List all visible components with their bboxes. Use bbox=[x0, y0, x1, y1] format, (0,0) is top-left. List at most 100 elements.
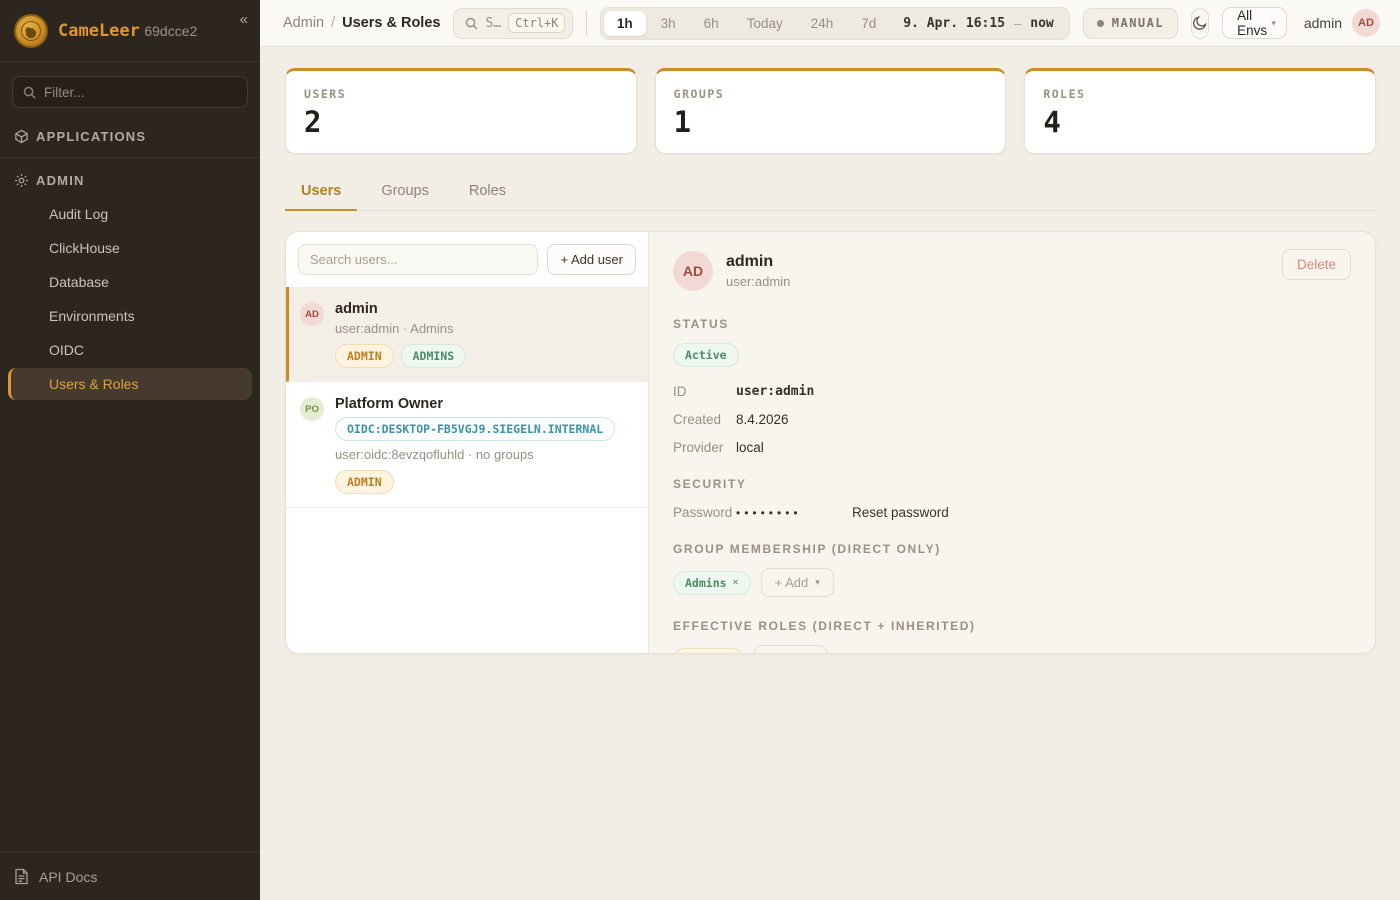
tab-roles[interactable]: Roles bbox=[453, 175, 522, 210]
document-icon bbox=[14, 868, 29, 885]
brand-version: 69dcce2 bbox=[144, 23, 197, 39]
box-icon bbox=[14, 129, 29, 144]
detail-user-id: user:admin bbox=[726, 274, 790, 289]
sidebar-section-applications[interactable]: APPLICATIONS bbox=[0, 118, 260, 153]
effective-roles-heading: EFFECTIVE ROLES (DIRECT + INHERITED) bbox=[673, 619, 1351, 633]
user-detail-panel: AD admin user:admin Delete STATUS Active… bbox=[649, 232, 1375, 653]
search-icon bbox=[465, 17, 478, 30]
add-user-button[interactable]: + Add user bbox=[547, 244, 636, 275]
add-role-button[interactable]: + Add ▾ bbox=[754, 645, 827, 654]
time-option-24h[interactable]: 24h bbox=[798, 11, 847, 36]
password-mask: •••••••• bbox=[736, 506, 828, 520]
gear-icon bbox=[14, 173, 29, 188]
oidc-issuer-badge: OIDC:DESKTOP-FB5VGJ9.SIEGELN.INTERNAL bbox=[335, 417, 615, 441]
tab-bar: Users Groups Roles bbox=[285, 175, 1376, 211]
avatar[interactable]: AD bbox=[1352, 9, 1380, 37]
sidebar-item-database[interactable]: Database bbox=[8, 266, 252, 298]
topbar-username: admin bbox=[1304, 15, 1342, 31]
brand-logo-icon bbox=[14, 14, 48, 48]
search-users-input[interactable] bbox=[298, 244, 538, 275]
time-range-display[interactable]: 9. Apr. 16:15 – now bbox=[891, 16, 1065, 31]
avatar: AD bbox=[673, 251, 713, 291]
field-created-value: 8.4.2026 bbox=[736, 412, 789, 427]
search-icon bbox=[23, 86, 36, 99]
time-option-today[interactable]: Today bbox=[734, 11, 796, 36]
sidebar-filter-input[interactable]: Filter... bbox=[12, 76, 248, 108]
dark-mode-toggle[interactable] bbox=[1191, 8, 1209, 39]
stat-card-roles: ROLES 4 bbox=[1024, 68, 1376, 154]
time-range-to: now bbox=[1030, 16, 1053, 31]
user-row-meta: user:admin · Admins bbox=[335, 321, 466, 336]
status-badge: Active bbox=[673, 343, 739, 367]
sidebar-item-clickhouse[interactable]: ClickHouse bbox=[8, 232, 252, 264]
avatar: AD bbox=[300, 302, 324, 326]
security-heading: SECURITY bbox=[673, 477, 1351, 491]
user-menu[interactable]: admin AD bbox=[1304, 9, 1380, 37]
stats-row: USERS 2 GROUPS 1 ROLES 4 bbox=[285, 68, 1376, 154]
moon-icon bbox=[1192, 15, 1208, 31]
breadcrumb: Admin / Users & Roles bbox=[283, 15, 440, 31]
add-group-button[interactable]: + Add ▾ bbox=[761, 568, 834, 597]
time-option-1h[interactable]: 1h bbox=[604, 11, 646, 36]
field-created: Created 8.4.2026 bbox=[673, 412, 1351, 427]
field-provider: Provider local bbox=[673, 440, 1351, 455]
chevron-down-icon: ▾ bbox=[1271, 18, 1276, 29]
user-list: + Add user AD admin user:admin · Admins … bbox=[286, 232, 649, 653]
detail-user-name: admin bbox=[726, 253, 790, 271]
time-option-3h[interactable]: 3h bbox=[648, 11, 689, 36]
sidebar-collapse-icon[interactable]: « bbox=[240, 12, 248, 27]
role-badge-admin: ADMIN bbox=[335, 344, 394, 368]
tab-users[interactable]: Users bbox=[285, 175, 357, 211]
refresh-mode-badge[interactable]: MANUAL bbox=[1083, 8, 1178, 39]
breadcrumb-current: Users & Roles bbox=[342, 15, 440, 31]
time-range-from: 9. Apr. 16:15 bbox=[903, 16, 1005, 31]
tab-groups[interactable]: Groups bbox=[365, 175, 445, 210]
global-search-placeholder: S… bbox=[485, 16, 501, 31]
user-row-name: Platform Owner bbox=[335, 396, 615, 412]
remove-group-icon[interactable]: × bbox=[733, 577, 739, 588]
user-row-meta: user:oidc:8evzqofluhld · no groups bbox=[335, 447, 615, 462]
users-panel: + Add user AD admin user:admin · Admins … bbox=[285, 231, 1376, 654]
breadcrumb-admin[interactable]: Admin bbox=[283, 15, 324, 31]
status-dot-icon bbox=[1097, 20, 1104, 27]
search-shortcut-kbd: Ctrl+K bbox=[508, 13, 565, 33]
delete-user-button[interactable]: Delete bbox=[1282, 249, 1351, 280]
topbar: Admin / Users & Roles S… Ctrl+K 1h 3h 6h… bbox=[260, 0, 1400, 47]
field-id-value: user:admin bbox=[736, 384, 814, 399]
user-row-platform-owner[interactable]: PO Platform Owner OIDC:DESKTOP-FB5VGJ9.S… bbox=[286, 382, 648, 508]
sidebar-item-oidc[interactable]: OIDC bbox=[8, 334, 252, 366]
sidebar-item-users-roles[interactable]: Users & Roles bbox=[8, 368, 252, 400]
group-badge-admins: ADMINS bbox=[401, 344, 467, 368]
role-badge-admin: ADMIN bbox=[335, 470, 394, 494]
password-row: Password •••••••• Reset password bbox=[673, 505, 1351, 520]
roles-count: 4 bbox=[1043, 105, 1357, 139]
field-id: ID user:admin bbox=[673, 384, 1351, 399]
groups-count: 1 bbox=[674, 105, 988, 139]
users-count: 2 bbox=[304, 105, 618, 139]
time-option-6h[interactable]: 6h bbox=[691, 11, 732, 36]
group-membership-heading: GROUP MEMBERSHIP (DIRECT ONLY) bbox=[673, 542, 1351, 556]
sidebar-item-audit-log[interactable]: Audit Log bbox=[8, 198, 252, 230]
reset-password-link[interactable]: Reset password bbox=[852, 505, 949, 520]
sidebar-section-admin[interactable]: ADMIN bbox=[0, 162, 260, 197]
sidebar-filter-placeholder: Filter... bbox=[44, 85, 85, 100]
sidebar: CameLeer 69dcce2 « Filter... APPLICATION… bbox=[0, 0, 260, 900]
user-row-admin[interactable]: AD admin user:admin · Admins ADMIN ADMIN… bbox=[286, 287, 648, 382]
chevron-down-icon: ▾ bbox=[815, 577, 820, 588]
sidebar-item-environments[interactable]: Environments bbox=[8, 300, 252, 332]
time-option-7d[interactable]: 7d bbox=[848, 11, 889, 36]
avatar: PO bbox=[300, 397, 324, 421]
api-docs-link[interactable]: API Docs bbox=[0, 852, 260, 900]
stat-card-users: USERS 2 bbox=[285, 68, 637, 154]
field-provider-value: local bbox=[736, 440, 764, 455]
global-search-button[interactable]: S… Ctrl+K bbox=[453, 8, 573, 39]
environment-select[interactable]: All Envs ▾ bbox=[1222, 7, 1287, 39]
sidebar-header: CameLeer 69dcce2 « bbox=[0, 0, 260, 62]
time-range-selector: 1h 3h 6h Today 24h 7d 9. Apr. 16:15 – no… bbox=[600, 7, 1070, 40]
status-heading: STATUS bbox=[673, 317, 1351, 331]
stat-card-groups: GROUPS 1 bbox=[655, 68, 1007, 154]
group-chip-admins: Admins × bbox=[673, 571, 751, 595]
role-chip-admin: ADMIN × bbox=[673, 648, 744, 655]
user-row-name: admin bbox=[335, 301, 466, 317]
brand-name: CameLeer bbox=[58, 21, 140, 41]
